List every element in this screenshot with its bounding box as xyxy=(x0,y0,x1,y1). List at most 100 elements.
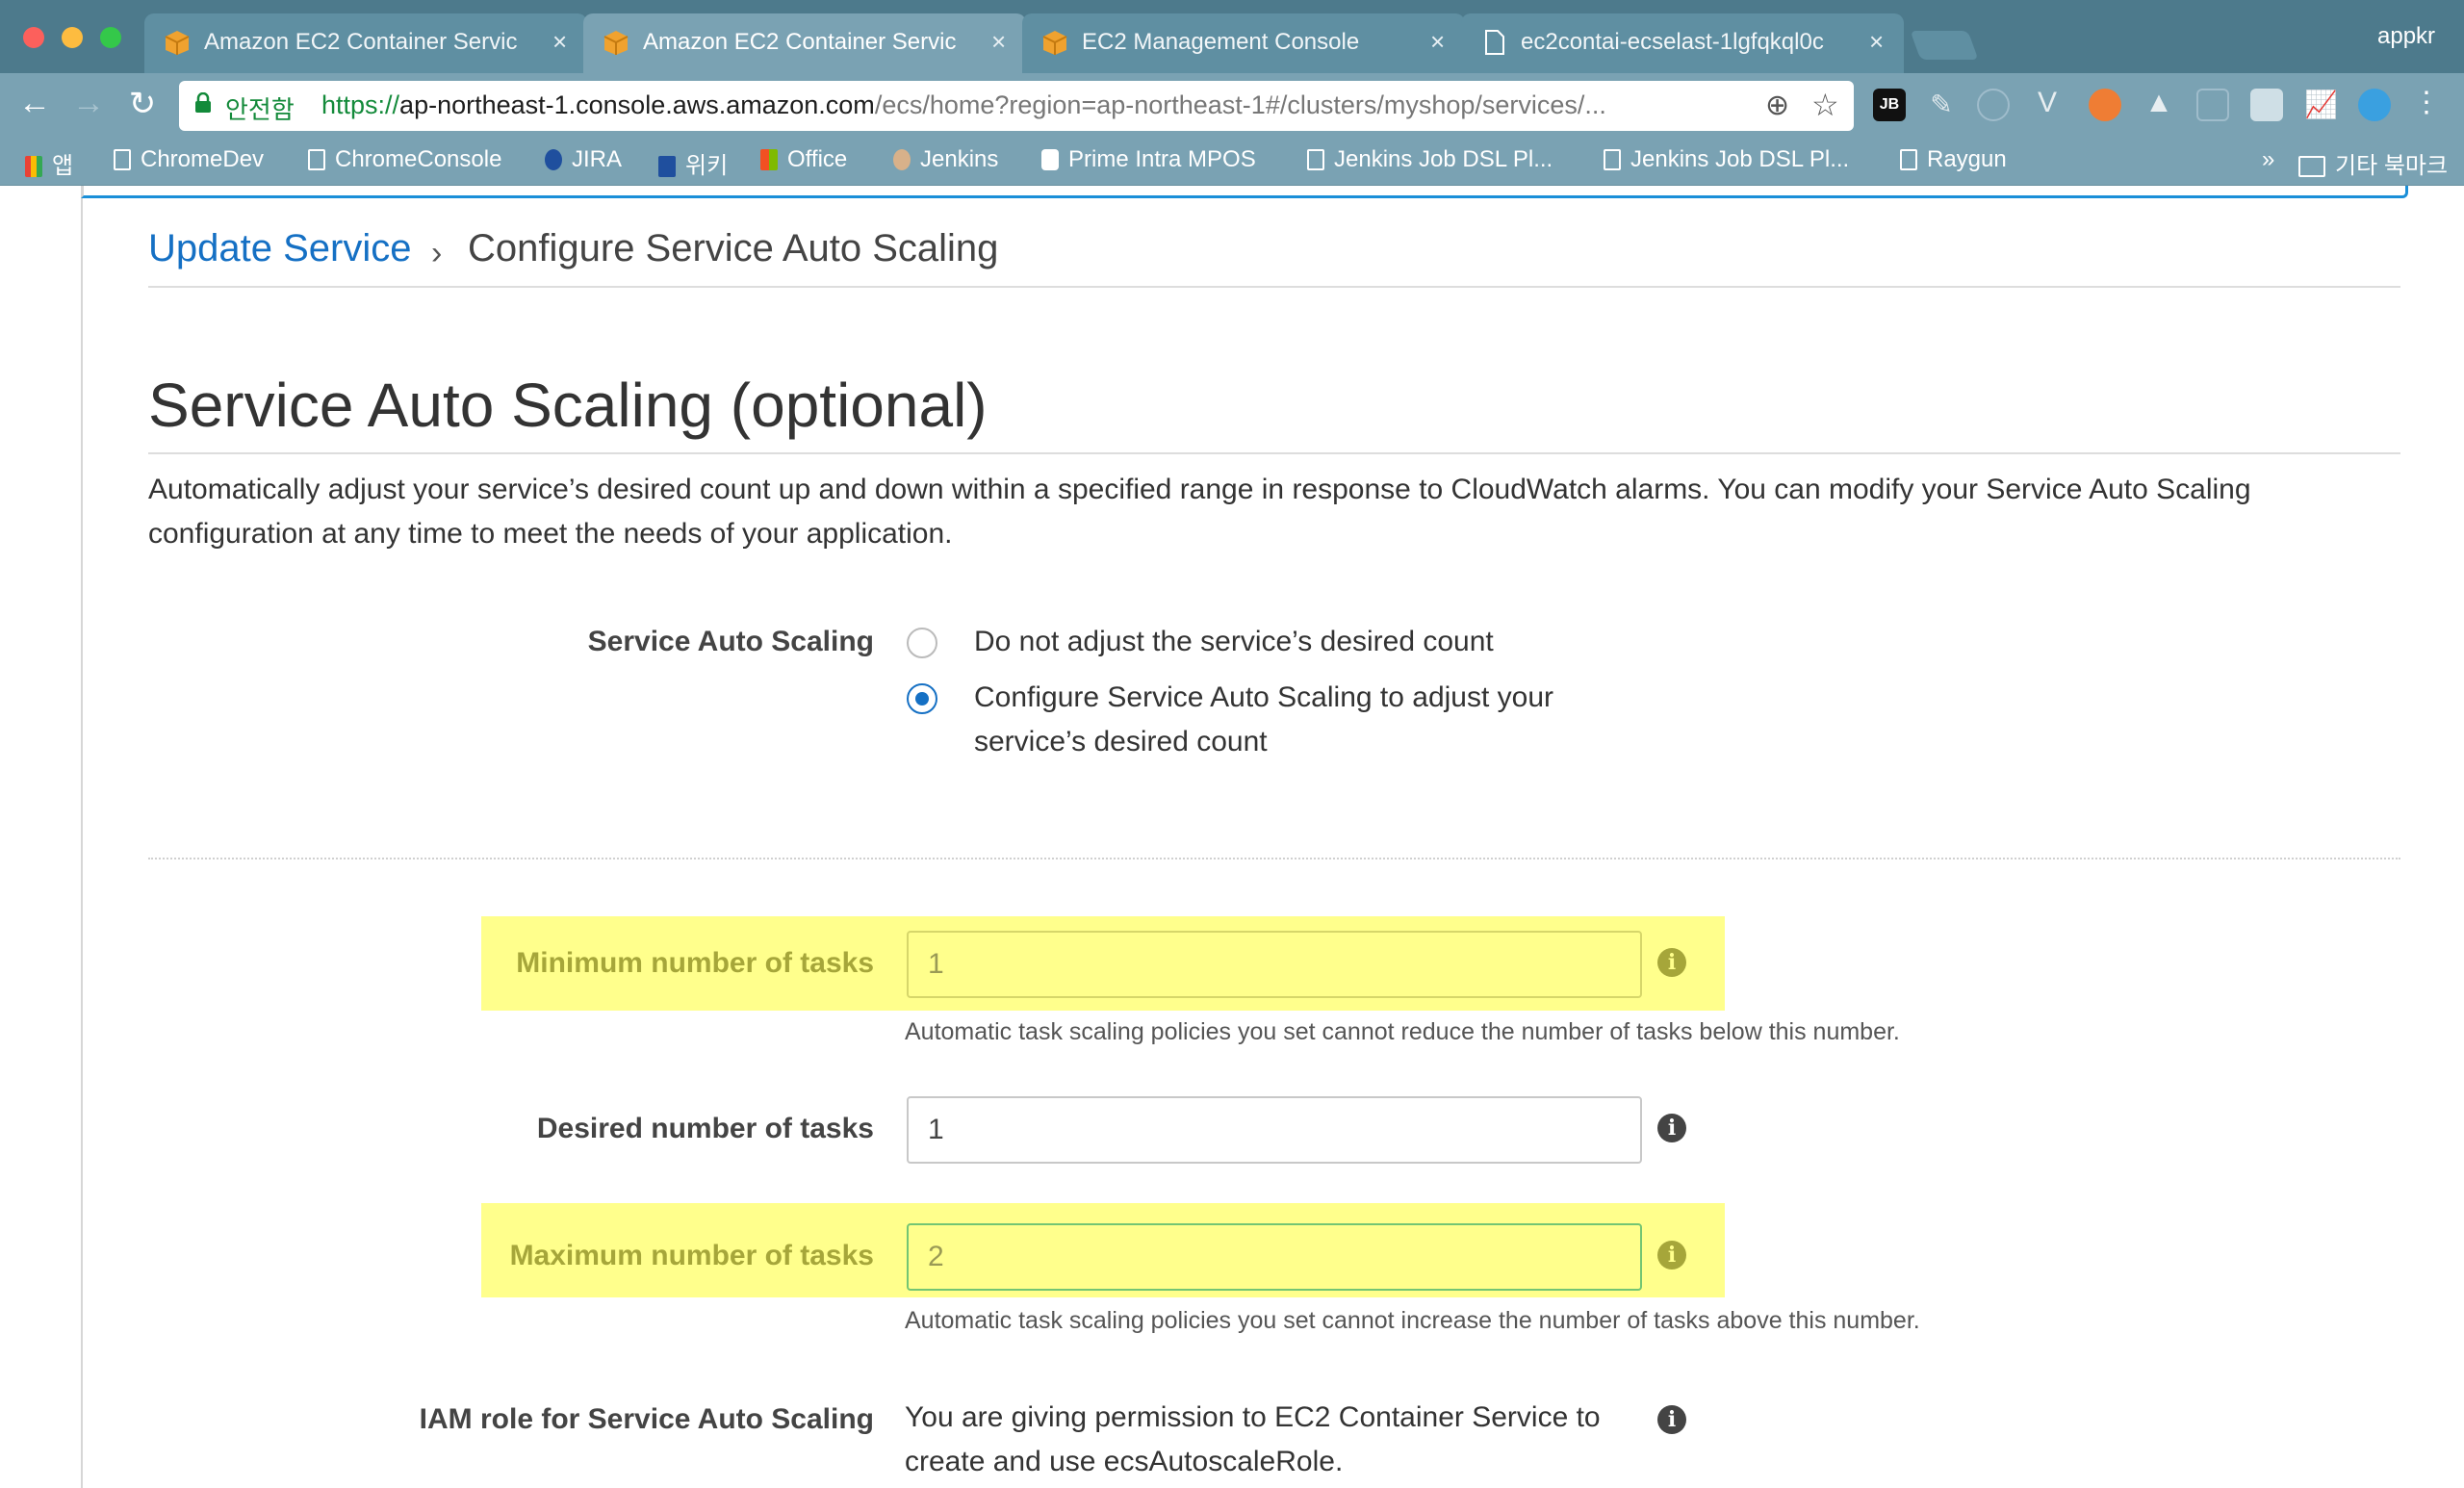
back-arrow-icon[interactable]: ← xyxy=(13,85,56,122)
tab-title: ec2contai-ecselast-1lgfqkql0c xyxy=(1521,29,1824,55)
bookmark-jenkins-dsl-1[interactable]: Jenkins Job DSL Pl... xyxy=(1307,146,1553,173)
divider xyxy=(148,452,2400,454)
bookmark-label: ChromeDev xyxy=(141,146,265,172)
bookmark-jenkins-dsl-2[interactable]: Jenkins Job DSL Pl... xyxy=(1604,146,1849,173)
radio-do-not-adjust-label[interactable]: Do not adjust the service’s desired coun… xyxy=(974,620,1648,664)
other-bookmarks-folder[interactable]: 기타 북마크 xyxy=(2298,146,2448,180)
tab-close-icon[interactable]: × xyxy=(1430,27,1445,57)
bookmark-label: 위키 xyxy=(685,153,729,179)
close-window-button[interactable] xyxy=(23,27,44,48)
menu-icon[interactable]: ⋮ xyxy=(2410,89,2443,121)
min-tasks-input[interactable] xyxy=(907,931,1642,998)
service-auto-scaling-label: Service Auto Scaling xyxy=(587,626,874,657)
tab-title: EC2 Management Console xyxy=(1082,29,1360,55)
bookmark-label: Jenkins xyxy=(920,146,999,172)
desired-tasks-info-icon[interactable]: i xyxy=(1657,1114,1686,1142)
iam-role-label: IAM role for Service Auto Scaling xyxy=(419,1403,874,1435)
bookmarks-overflow-button[interactable]: » xyxy=(2262,146,2274,173)
tab-title: Amazon EC2 Container Servic xyxy=(204,29,518,55)
profile-name[interactable]: appkr xyxy=(2377,23,2435,50)
grid-extension-icon[interactable] xyxy=(2250,89,2283,121)
reload-icon[interactable]: ↻ xyxy=(121,85,164,123)
max-tasks-info-icon[interactable]: i xyxy=(1657,1241,1686,1270)
radio-do-not-adjust[interactable] xyxy=(907,628,937,658)
apps-grid-icon xyxy=(25,156,42,177)
bookmark-prime-intra[interactable]: Prime Intra MPOS xyxy=(1041,146,1256,173)
new-tab-button[interactable] xyxy=(1910,31,1979,60)
chart-extension-icon[interactable]: 📈 xyxy=(2304,89,2338,121)
bookmark-apps[interactable]: 앱 xyxy=(25,146,73,180)
iam-role-info-icon[interactable]: i xyxy=(1657,1405,1686,1434)
tab-ec2-management[interactable]: EC2 Management Console × xyxy=(1022,13,1465,73)
url-scheme: https:// xyxy=(321,90,400,119)
aws-box-icon xyxy=(1042,31,1067,55)
address-bar[interactable]: 안전함 https://ap-northeast-1.console.aws.a… xyxy=(179,81,1854,131)
bookmark-wiki[interactable]: 위키 xyxy=(658,146,728,180)
bookmark-office[interactable]: Office xyxy=(760,146,847,173)
zoom-window-button[interactable] xyxy=(100,27,121,48)
vue-extension-icon[interactable]: V xyxy=(2031,89,2064,121)
bookmark-label: Jenkins Job DSL Pl... xyxy=(1630,146,1850,172)
iam-role-text: You are giving permission to EC2 Contain… xyxy=(905,1401,1601,1477)
min-tasks-info-icon[interactable]: i xyxy=(1657,948,1686,977)
page-icon xyxy=(1485,30,1504,55)
minimize-window-button[interactable] xyxy=(62,27,83,48)
bookmark-chromedev[interactable]: ChromeDev xyxy=(114,146,264,173)
drive-extension-icon[interactable]: ▲ xyxy=(2143,89,2175,121)
desired-tasks-label: Desired number of tasks xyxy=(536,1113,874,1144)
max-tasks-hint: Automatic task scaling policies you set … xyxy=(905,1307,1920,1334)
forward-arrow-icon[interactable]: → xyxy=(67,85,110,122)
jira-icon xyxy=(545,149,562,170)
max-tasks-input[interactable] xyxy=(907,1223,1642,1291)
bookmark-label: Raygun xyxy=(1927,146,2007,172)
page-description: Automatically adjust your service’s desi… xyxy=(148,474,2251,550)
desired-tasks-input[interactable] xyxy=(907,1096,1642,1164)
check-extension-icon[interactable] xyxy=(1977,89,2010,121)
feather-extension-icon[interactable]: ✎ xyxy=(1925,89,1958,121)
min-tasks-label: Minimum number of tasks xyxy=(516,947,874,979)
bookmark-jira[interactable]: JIRA xyxy=(545,146,622,173)
url-host: ap-northeast-1.console.aws.amazon.com xyxy=(399,90,875,119)
jetbrains-extension-icon[interactable]: JB xyxy=(1873,89,1906,121)
bracket-extension-icon[interactable] xyxy=(2196,89,2229,121)
page-icon xyxy=(1900,149,1917,170)
bookmark-jenkins[interactable]: Jenkins xyxy=(893,146,998,173)
orange-extension-icon[interactable] xyxy=(2089,89,2121,121)
bookmark-star-icon[interactable]: ☆ xyxy=(1811,87,1839,123)
page-icon xyxy=(1307,149,1324,170)
blue-extension-icon[interactable] xyxy=(2358,89,2391,121)
tab-ec2-container-2[interactable]: Amazon EC2 Container Servic × xyxy=(583,13,1026,73)
max-tasks-label: Maximum number of tasks xyxy=(509,1240,874,1271)
radio-configure-auto-scaling[interactable] xyxy=(907,683,937,714)
bookmark-chromeconsole[interactable]: ChromeConsole xyxy=(308,146,501,173)
bookmark-label: Prime Intra MPOS xyxy=(1068,146,1256,172)
tab-ec2-container-1[interactable]: Amazon EC2 Container Servic × xyxy=(144,13,587,73)
zoom-icon[interactable]: ⊕ xyxy=(1765,89,1789,122)
panel-top-edge xyxy=(81,186,2408,198)
breadcrumb-chevron-icon: › xyxy=(431,235,443,271)
page-icon xyxy=(308,149,325,170)
url-path: /ecs/home?region=ap-northeast-1#/cluster… xyxy=(874,90,1606,119)
tab-close-icon[interactable]: × xyxy=(1869,27,1884,57)
tab-close-icon[interactable]: × xyxy=(552,27,567,57)
jenkins-icon xyxy=(893,149,911,170)
dotted-divider xyxy=(148,858,2400,859)
office-icon xyxy=(760,149,778,170)
lock-icon xyxy=(195,92,211,113)
wiki-icon xyxy=(658,156,676,177)
aws-box-icon xyxy=(603,31,629,55)
page-icon xyxy=(1604,149,1621,170)
bookmark-label: Office xyxy=(787,146,848,172)
url-text[interactable]: https://ap-northeast-1.console.aws.amazo… xyxy=(321,90,1746,120)
folder-icon xyxy=(2298,156,2325,177)
tab-ec2contai[interactable]: ec2contai-ecselast-1lgfqkql0c × xyxy=(1461,13,1904,73)
radio-configure-auto-scaling-label[interactable]: Configure Service Auto Scaling to adjust… xyxy=(974,676,1629,764)
bookmark-label: 기타 북마크 xyxy=(2335,153,2449,179)
bookmark-raygun[interactable]: Raygun xyxy=(1900,146,2007,173)
min-tasks-hint: Automatic task scaling policies you set … xyxy=(905,1018,1900,1045)
prime-icon xyxy=(1041,149,1059,170)
secure-label: 안전함 xyxy=(225,95,295,124)
tab-close-icon[interactable]: × xyxy=(991,27,1006,57)
breadcrumb-update-service-link[interactable]: Update Service xyxy=(148,227,411,270)
aws-box-icon xyxy=(165,31,190,55)
